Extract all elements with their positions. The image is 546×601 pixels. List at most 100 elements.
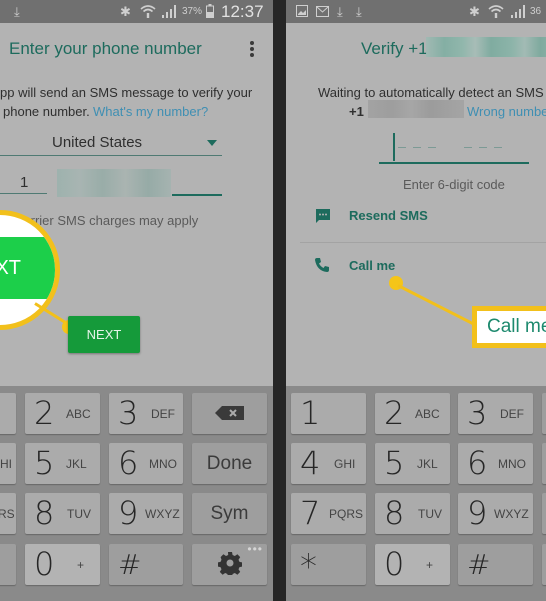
battery-percent: 36 (530, 6, 542, 17)
intro-text-line2: phone number. (3, 104, 90, 119)
key-digit: 2 (384, 394, 405, 432)
key-hash[interactable]: # (109, 544, 183, 585)
key-2[interactable]: 2 ABC (25, 393, 100, 434)
code-hint: Enter 6-digit code (403, 177, 505, 192)
key-digit: 9 (118, 494, 139, 532)
key-8[interactable]: 8 TUV (375, 493, 450, 534)
backspace-key[interactable] (542, 393, 546, 434)
mail-icon (316, 0, 329, 23)
key-1[interactable] (0, 393, 16, 434)
code-digit-placeholder (464, 147, 472, 148)
sym-key[interactable]: Sym (192, 493, 267, 534)
key-9[interactable]: 9 WXYZ (458, 493, 533, 534)
key-2[interactable]: 2 ABC (375, 393, 450, 434)
key-7[interactable]: 7 PQRS (291, 493, 366, 534)
carrier-charges-note: Carrier SMS charges may apply (14, 213, 199, 228)
key-7[interactable]: RS (0, 493, 16, 534)
wifi-icon (140, 0, 156, 23)
code-digit-placeholder (398, 147, 406, 148)
wifi-icon (488, 0, 504, 23)
redacted-phone-number (57, 169, 171, 197)
sym-key-label: Sym (210, 503, 249, 524)
key-letters: WXYZ (145, 507, 180, 521)
key-3[interactable]: 3 DEF (458, 393, 533, 434)
key-6[interactable]: 6 MNO (458, 443, 533, 484)
key-8[interactable]: 8 TUV (25, 493, 100, 534)
country-code-value: 1 (20, 174, 29, 191)
numeric-keyboard: 2 ABC 3 DEF HI 5 JKL 6 MNO Done RS 8 TUV 9 WXY… (0, 386, 273, 601)
backspace-icon (192, 393, 267, 434)
callout-connector (397, 284, 483, 330)
zoom-callout-label: XT (0, 237, 55, 299)
key-0[interactable]: 0 + (25, 544, 100, 585)
key-digit: 5 (34, 444, 55, 482)
key-letters: RS (0, 507, 15, 521)
overflow-menu-icon[interactable] (249, 41, 255, 59)
app-bar: Enter your phone number (0, 23, 273, 75)
page-title: Enter your phone number (9, 39, 202, 58)
key-letters: PQRS (329, 507, 364, 521)
key-letters: MNO (149, 457, 177, 471)
redacted-phone-number (426, 37, 546, 57)
status-bar: ⤓ ⤓ ✱ 36 (286, 0, 546, 23)
whats-my-number-link[interactable]: What's my number? (93, 104, 208, 119)
phone-number-screen: ⤓ ✱ 37% 12:37 Enter your phone number pp… (0, 0, 273, 601)
key-letters: TUV (67, 507, 91, 521)
intro-text-line1: pp will send an SMS message to verify yo… (0, 85, 253, 100)
key-letters: ABC (66, 407, 91, 421)
key-letters: ABC (415, 407, 440, 421)
key-5[interactable]: 5 JKL (25, 443, 100, 484)
bluetooth-icon: ✱ (120, 4, 131, 19)
wrong-number-link[interactable]: Wrong numbe (467, 104, 546, 119)
signal-icon (161, 0, 177, 23)
number-prefix: +1 (349, 104, 364, 119)
key-6[interactable]: 6 MNO (109, 443, 183, 484)
next-button[interactable]: NEXT (68, 316, 140, 353)
waiting-text: Waiting to automatically detect an SMS (318, 85, 544, 100)
key-letters: + (426, 558, 434, 572)
key-digit: 2 (34, 394, 55, 432)
key-3[interactable]: 3 DEF (109, 393, 183, 434)
sym-key[interactable] (542, 493, 546, 534)
more-dots-icon: ••• (247, 542, 263, 556)
country-select-underline (0, 155, 222, 156)
signal-icon (510, 0, 526, 23)
code-digit-placeholder (428, 147, 436, 148)
key-star[interactable]: * (291, 544, 366, 587)
key-letters: WXYZ (494, 507, 529, 521)
key-1[interactable]: 1 (291, 393, 366, 434)
message-icon (315, 208, 331, 229)
key-letters: GHI (334, 457, 356, 471)
code-underline (379, 162, 529, 164)
key-letters: JKL (66, 457, 87, 471)
key-digit: # (467, 548, 491, 581)
key-4[interactable]: HI (0, 443, 16, 484)
key-star[interactable] (0, 544, 16, 585)
clock: 12:37 (221, 2, 264, 21)
key-digit: 5 (384, 444, 405, 482)
key-digit: 0 (34, 545, 55, 583)
settings-key[interactable]: ••• (192, 542, 267, 585)
key-letters: + (77, 558, 85, 572)
key-5[interactable]: 5 JKL (375, 443, 450, 484)
key-0[interactable]: 0 + (375, 544, 450, 585)
download-icon: ⤓ (337, 4, 343, 19)
key-9[interactable]: 9 WXYZ (109, 493, 183, 534)
call-me-label: Call me (349, 258, 396, 273)
backspace-key[interactable] (192, 393, 267, 434)
done-key[interactable] (542, 443, 546, 484)
key-letters: HI (0, 457, 12, 471)
done-key-label: Done (206, 453, 253, 474)
country-code-underline (0, 193, 47, 194)
key-letters: DEF (151, 407, 175, 421)
done-key[interactable]: Done (192, 443, 267, 484)
battery-icon (206, 0, 214, 23)
key-hash[interactable]: # (458, 544, 533, 585)
key-digit: 6 (118, 444, 139, 482)
bluetooth-icon: ✱ (469, 4, 480, 19)
battery-percent: 37% (182, 6, 203, 17)
key-4[interactable]: 4 GHI (291, 443, 366, 484)
status-bar: ⤓ ✱ 37% 12:37 (0, 0, 273, 23)
divider-line (300, 242, 546, 243)
settings-key[interactable] (542, 544, 546, 585)
